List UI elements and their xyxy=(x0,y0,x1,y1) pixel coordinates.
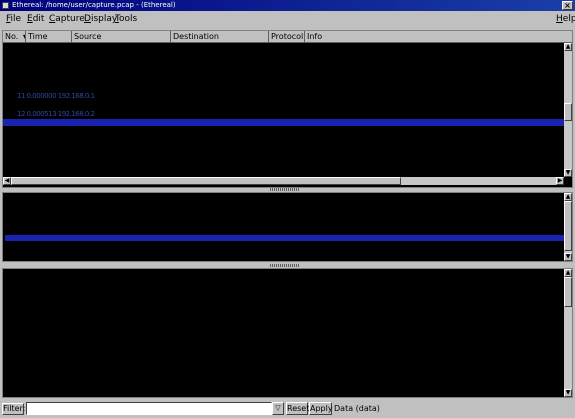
packet-list-header: No. ▾ Time Source Destination Protocol I… xyxy=(3,31,572,43)
menu-help[interactable]: Help xyxy=(556,13,575,25)
app-icon xyxy=(2,2,9,9)
packet-list-hscrollbar[interactable]: ◀ ▶ xyxy=(3,177,564,185)
filter-input[interactable] xyxy=(26,402,272,415)
apply-button[interactable]: Apply xyxy=(309,402,333,415)
menu-edit[interactable]: Edit xyxy=(27,13,44,25)
status-text: Data (data) xyxy=(334,404,380,413)
column-header-source[interactable]: Source xyxy=(72,31,171,43)
column-header-destination[interactable]: Destination xyxy=(171,31,269,43)
arrow-down-icon[interactable]: ▼ xyxy=(564,389,572,397)
column-header-protocol[interactable]: Protocol xyxy=(269,31,305,43)
title-bar: Ethereal: /home/user/capture.pcap - (Eth… xyxy=(0,0,575,11)
column-header-time[interactable]: Time xyxy=(26,31,72,43)
column-label-no: No. xyxy=(5,32,19,41)
packet-bytes-pane[interactable]: ▲ ▼ xyxy=(2,268,573,398)
packet-row[interactable]: 12 0.000513 192.168.0.2 xyxy=(17,110,95,118)
packet-list-pane[interactable]: No. ▾ Time Source Destination Protocol I… xyxy=(2,30,573,188)
filter-button[interactable]: Filter: xyxy=(2,403,25,415)
bytes-vscrollbar[interactable]: ▲ ▼ xyxy=(564,269,572,397)
column-header-no[interactable]: No. ▾ xyxy=(3,31,26,43)
chevron-down-icon[interactable]: ▽ xyxy=(272,402,284,415)
packet-details-pane[interactable]: ▲ ▼ xyxy=(2,192,573,262)
menu-display[interactable]: Display xyxy=(84,13,117,25)
menu-tools[interactable]: Tools xyxy=(115,13,137,25)
packet-row[interactable]: 11 0.000000 192.168.0.1 xyxy=(17,92,95,100)
arrow-down-icon[interactable]: ▼ xyxy=(564,253,572,261)
close-icon[interactable]: × xyxy=(562,1,573,10)
menu-capture[interactable]: Capture xyxy=(49,13,85,25)
scroll-thumb[interactable] xyxy=(564,277,572,307)
details-vscrollbar[interactable]: ▲ ▼ xyxy=(564,193,572,261)
arrow-up-icon[interactable]: ▲ xyxy=(564,269,572,277)
scroll-thumb[interactable] xyxy=(11,177,401,185)
arrow-down-icon[interactable]: ▼ xyxy=(564,169,572,177)
column-header-info[interactable]: Info xyxy=(305,31,572,43)
arrow-left-icon[interactable]: ◀ xyxy=(3,177,11,185)
menu-bar: File Edit Capture Display Tools Help xyxy=(0,11,575,27)
selected-detail-row[interactable] xyxy=(5,235,566,241)
arrow-up-icon[interactable]: ▲ xyxy=(564,43,572,51)
scroll-thumb[interactable] xyxy=(564,103,572,121)
arrow-right-icon[interactable]: ▶ xyxy=(556,177,564,185)
reset-button[interactable]: Reset xyxy=(286,402,309,415)
selected-packet-row[interactable] xyxy=(3,119,564,126)
pane-splitter[interactable] xyxy=(270,188,300,191)
scroll-thumb[interactable] xyxy=(564,201,572,251)
menu-file[interactable]: File xyxy=(6,13,21,25)
packet-list-vscrollbar[interactable]: ▲ ▼ xyxy=(564,43,572,177)
pane-splitter[interactable] xyxy=(270,264,300,267)
window-title: Ethereal: /home/user/capture.pcap - (Eth… xyxy=(12,1,176,9)
arrow-up-icon[interactable]: ▲ xyxy=(564,193,572,201)
